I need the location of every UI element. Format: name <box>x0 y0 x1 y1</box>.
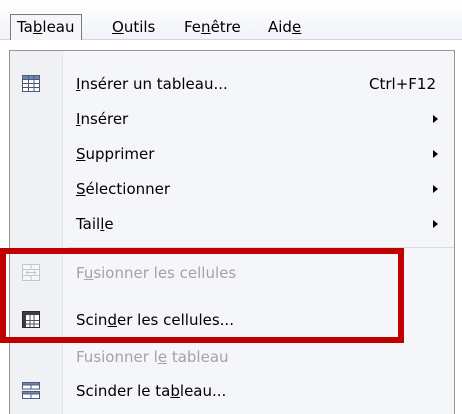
submenu-arrow-icon <box>433 115 438 123</box>
shortcut-label: Ctrl+F12 <box>369 75 436 93</box>
menu-item-label: Insérer <box>76 102 128 136</box>
label-post: sionner les cellules <box>93 264 237 282</box>
submenu-arrow-icon <box>433 220 438 228</box>
menu-item-scinder-tableau[interactable]: Scinder le tableau... <box>10 374 454 408</box>
menu-item-fusionner-cellules[interactable]: Fusionner les cellules <box>10 256 454 290</box>
label-mnemonic: e <box>157 348 168 366</box>
label-post: leau... <box>179 382 227 400</box>
tableau-dropdown-menu: Insérer un tableau... Ctrl+F12 Insérer S… <box>9 50 455 414</box>
label-pre: Scinder le ta <box>76 382 171 400</box>
menu-tableau-label-post: leau <box>42 18 75 36</box>
menu-tableau-label-mnemonic: b <box>32 18 43 36</box>
label-post: upprimer <box>85 145 155 163</box>
menu-fenetre-label-post: être <box>210 18 241 36</box>
label-post: électionner <box>85 180 171 198</box>
submenu-arrow-icon <box>433 150 438 158</box>
submenu-arrow-icon <box>433 185 438 193</box>
menu-outils-label-post: utils <box>123 18 156 36</box>
menu-item-scinder-cellules[interactable]: Scinder les cellules... <box>10 303 454 337</box>
menu-item-fusionner-tableau[interactable]: Fusionner le tableau <box>10 340 454 374</box>
menu-item-label: Scinder les cellules... <box>76 303 234 337</box>
menu-aide[interactable]: Aide <box>262 14 307 40</box>
menu-aide-label-pre: Aid <box>268 18 292 36</box>
menu-item-label: Insérer un tableau... <box>76 67 228 101</box>
menu-outils-label-mnemonic: O <box>112 18 124 36</box>
label-mnemonic: b <box>170 382 180 400</box>
menu-item-label: Scinder le tableau... <box>76 374 226 408</box>
label-mnemonic: d <box>107 311 117 329</box>
label-pre: Fusionner l <box>76 348 158 366</box>
merge-cells-icon <box>22 264 40 281</box>
menu-item-label: Supprimer <box>76 137 154 171</box>
menu-item-label: Taille <box>76 207 114 241</box>
screenshot-canvas: Tableau Outils Fenêtre Aide Insérer un t… <box>0 0 462 414</box>
menu-outils[interactable]: Outils <box>106 14 161 40</box>
menu-tableau[interactable]: Tableau <box>10 14 82 40</box>
menu-aide-label-mnemonic: e <box>291 18 302 36</box>
menu-separator <box>68 247 454 248</box>
label-post: er les cellules... <box>116 311 234 329</box>
split-table-icon <box>22 382 40 399</box>
menu-item-supprimer[interactable]: Supprimer <box>10 137 454 171</box>
menu-fenetre[interactable]: Fenêtre <box>178 14 247 40</box>
label-post: e <box>104 215 114 233</box>
menu-item-label: Fusionner les cellules <box>76 256 236 290</box>
menu-item-label: Fusionner le tableau <box>76 340 229 374</box>
label-mnemonic: S <box>76 145 86 163</box>
menu-fenetre-label-pre: Fe <box>184 18 202 36</box>
label-mnemonic: S <box>76 180 86 198</box>
label-post: nsérer <box>80 110 129 128</box>
menu-item-label: Sélectionner <box>76 172 170 206</box>
menu-item-taille[interactable]: Taille <box>10 207 454 241</box>
insert-table-icon <box>22 75 40 92</box>
menu-item-inserer-tableau[interactable]: Insérer un tableau... Ctrl+F12 <box>10 67 454 101</box>
menu-tableau-label-pre: Ta <box>17 18 33 36</box>
label-pre: Scin <box>76 311 108 329</box>
menu-item-selectionner[interactable]: Sélectionner <box>10 172 454 206</box>
label-pre: Tail <box>76 215 101 233</box>
label-post: tableau <box>167 348 229 366</box>
split-cells-icon <box>22 311 40 328</box>
label-post: nsérer un tableau... <box>80 75 228 93</box>
label-mnemonic: u <box>83 264 94 282</box>
menu-item-inserer[interactable]: Insérer <box>10 102 454 136</box>
menubar: Tableau Outils Fenêtre Aide <box>0 0 462 40</box>
label-pre: F <box>76 264 84 282</box>
menu-fenetre-label-mnemonic: n <box>201 18 211 36</box>
